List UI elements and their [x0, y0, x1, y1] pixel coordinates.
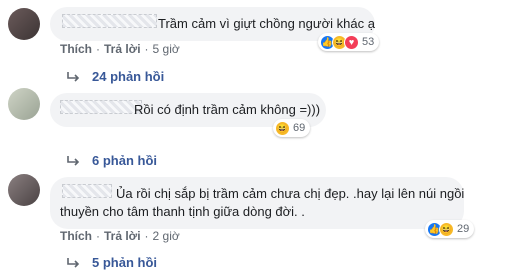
replies-count-label: 24 phản hồi [92, 69, 165, 84]
comment-actions: Thích · Trả lời · 5 giờ [60, 42, 180, 56]
reaction-count: 69 [293, 122, 306, 134]
comment-actions: Thích · Trả lời · 2 giờ [60, 229, 180, 243]
avatar[interactable] [8, 174, 40, 206]
comment-text: Trầm cảm vì giựt chồng người khác ạ [158, 16, 375, 31]
haha-reaction-icon: 😆 [275, 120, 290, 136]
comment-text: Rồi có định trầm cảm không =))) [134, 102, 321, 117]
comment-bubble: Ủa rồi chị sắp bị trầm cảm chưa chị đẹp.… [50, 177, 464, 229]
timestamp[interactable]: 5 giờ [153, 42, 180, 56]
replies-count-label: 6 phản hồi [92, 153, 157, 168]
timestamp[interactable]: 2 giờ [153, 229, 180, 243]
reaction-summary[interactable]: 👍 😆 ♥ 53 [318, 33, 380, 51]
like-link[interactable]: Thích [60, 42, 92, 56]
reaction-summary[interactable]: 😆 69 [273, 119, 311, 137]
avatar[interactable] [8, 8, 40, 40]
reply-link[interactable]: Trả lời [104, 229, 141, 243]
view-replies-link[interactable]: 5 phản hồi [66, 255, 157, 270]
redacted-name [60, 100, 142, 114]
comment-text-line-1: Ủa rồi chị sắp bị trầm cảm chưa chị đẹp.… [116, 186, 465, 201]
redacted-name [62, 184, 112, 198]
avatar[interactable] [8, 88, 40, 120]
view-replies-link[interactable]: 6 phản hồi [66, 153, 157, 168]
reaction-summary[interactable]: 👍 😆 29 [425, 220, 475, 238]
reaction-count: 53 [362, 36, 375, 48]
reply-link[interactable]: Trả lời [104, 42, 141, 56]
redacted-name [62, 14, 157, 28]
like-link[interactable]: Thích [60, 229, 92, 243]
replies-count-label: 5 phản hồi [92, 255, 157, 270]
comment-text-line-2: thuyền cho tâm thanh tịnh giữa dòng đời.… [60, 204, 305, 219]
haha-reaction-icon: 😆 [439, 221, 454, 237]
reply-arrow-icon [67, 155, 80, 166]
reaction-count: 29 [457, 223, 470, 235]
reply-arrow-icon [67, 71, 80, 82]
reply-arrow-icon [67, 257, 80, 268]
view-replies-link[interactable]: 24 phản hồi [66, 69, 164, 84]
heart-reaction-icon: ♥ [344, 34, 359, 50]
